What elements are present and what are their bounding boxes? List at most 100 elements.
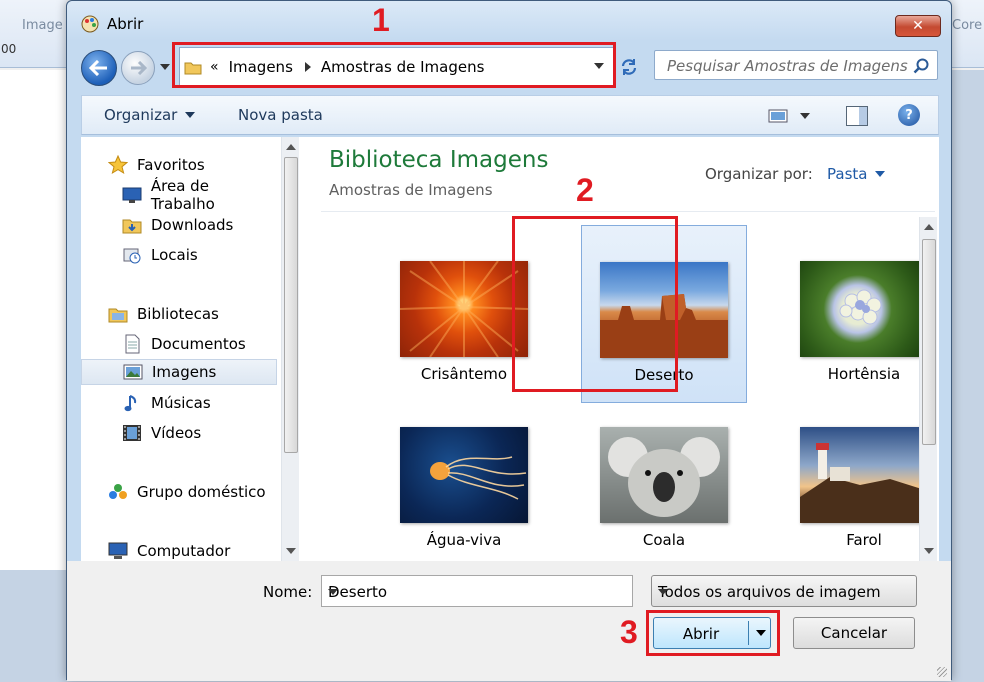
desktop-icon	[121, 185, 143, 205]
preview-pane-button[interactable]	[846, 106, 868, 126]
new-folder-button[interactable]: Nova pasta	[238, 106, 323, 124]
thumbnail-image	[800, 427, 928, 523]
pictures-icon	[122, 362, 144, 382]
change-view-button[interactable]	[768, 108, 810, 124]
annotation-box-open	[646, 610, 780, 656]
forward-arrow-icon	[131, 61, 147, 75]
refresh-icon	[621, 59, 637, 75]
header-divider	[321, 211, 935, 212]
thumbnail-image	[600, 427, 728, 523]
file-name: Água-viva	[426, 531, 502, 549]
computer-icon	[107, 541, 129, 561]
libraries-icon	[107, 304, 129, 324]
cancel-button[interactable]: Cancelar	[793, 617, 915, 649]
sidebar-item-documentos[interactable]: Documentos	[81, 331, 277, 357]
chevron-down-icon	[658, 589, 668, 595]
sidebar-item-locais[interactable]: Locais	[81, 242, 277, 268]
background-tab-left: Image	[22, 18, 63, 33]
sidebar-item-favoritos[interactable]: Favoritos	[81, 152, 277, 178]
recent-pages-dropdown[interactable]	[159, 61, 171, 73]
chevron-down-icon	[875, 171, 886, 177]
sidebar-item-musicas[interactable]: Músicas	[81, 390, 277, 416]
annotation-number-2: 2	[576, 172, 594, 208]
scrollbar-thumb[interactable]	[284, 157, 298, 453]
dialog-titlebar[interactable]: Abrir ✕	[67, 1, 951, 41]
sidebar-item-imagens[interactable]: Imagens	[81, 359, 277, 385]
chevron-down-icon	[185, 112, 196, 118]
downloads-folder-icon	[121, 215, 143, 235]
sidebar-item-videos[interactable]: Vídeos	[81, 420, 277, 446]
command-toolbar: Organizar Nova pasta ?	[81, 95, 939, 135]
music-icon	[121, 393, 143, 413]
back-arrow-icon	[89, 60, 107, 76]
file-type-value: Todos os arquivos de imagem	[658, 583, 881, 601]
arrange-by-label: Organizar por:	[705, 165, 813, 183]
arrange-by-value: Pasta	[827, 165, 868, 183]
organize-label: Organizar	[104, 106, 178, 124]
documents-icon	[121, 334, 143, 354]
scroll-down-icon[interactable]	[924, 548, 934, 554]
help-icon: ?	[905, 107, 913, 123]
close-button[interactable]: ✕	[895, 15, 941, 37]
scrollbar-thumb[interactable]	[922, 239, 936, 445]
refresh-button[interactable]	[615, 47, 643, 87]
organize-button[interactable]: Organizar	[104, 106, 196, 124]
library-title: Biblioteca Imagens	[329, 147, 549, 173]
file-list-scrollbar[interactable]	[919, 217, 937, 561]
view-icon	[768, 109, 788, 123]
background-workspace-right	[950, 70, 984, 682]
sidebar-item-label: Favoritos	[137, 156, 205, 174]
open-file-dialog: Abrir ✕ « Imagens Amostras de Imagens Pe…	[66, 0, 952, 681]
sidebar-item-grupo-domestico[interactable]: Grupo doméstico	[81, 479, 277, 505]
sidebar-item-label: Downloads	[151, 216, 234, 234]
arrange-by-dropdown[interactable]: Pasta	[827, 165, 886, 183]
sidebar-item-label: Imagens	[152, 363, 217, 381]
background-tab-right: Core	[952, 18, 983, 33]
close-icon: ✕	[912, 18, 924, 34]
dialog-title: Abrir	[107, 15, 144, 33]
background-canvas	[0, 70, 70, 570]
sidebar-item-label: Grupo doméstico	[137, 483, 266, 501]
library-subtitle: Amostras de Imagens	[329, 181, 493, 199]
chevron-down-icon[interactable]	[328, 589, 338, 595]
annotation-box-address	[172, 42, 616, 88]
navigation-pane: Favoritos Área de Trabalho Downloads Loc…	[81, 137, 299, 561]
search-icon[interactable]	[913, 58, 929, 74]
search-placeholder: Pesquisar Amostras de Imagens	[667, 57, 908, 75]
file-name: Coala	[642, 531, 686, 549]
file-name: Crisântemo	[420, 365, 508, 383]
file-name: Hortênsia	[827, 365, 901, 383]
sidebar-item-computador[interactable]: Computador	[81, 538, 277, 561]
sidebar-item-label: Músicas	[151, 394, 211, 412]
scroll-down-icon[interactable]	[286, 548, 296, 554]
file-type-select[interactable]: Todos os arquivos de imagem	[651, 575, 917, 607]
annotation-box-file	[512, 216, 678, 392]
chevron-down-icon	[800, 113, 810, 119]
recent-places-icon	[121, 245, 143, 265]
back-button[interactable]	[81, 50, 117, 86]
star-icon	[107, 155, 129, 175]
sidebar-item-downloads[interactable]: Downloads	[81, 212, 277, 238]
sidebar-item-label: Locais	[151, 246, 198, 264]
search-input[interactable]: Pesquisar Amostras de Imagens	[654, 50, 938, 80]
chevron-down-icon	[160, 64, 170, 70]
file-item-coala[interactable]: Coala	[581, 391, 747, 569]
background-ruler: 00	[1, 42, 17, 56]
thumbnail-image	[800, 261, 928, 357]
sidebar-item-label: Computador	[137, 542, 231, 560]
sidebar-item-label: Bibliotecas	[137, 305, 219, 323]
forward-button[interactable]	[121, 51, 155, 85]
resize-grip-icon[interactable]	[937, 667, 947, 677]
scroll-up-icon[interactable]	[286, 144, 296, 150]
file-name-input[interactable]: Deserto	[321, 575, 633, 607]
sidebar-item-area-de-trabalho[interactable]: Área de Trabalho	[81, 177, 277, 213]
sidebar-item-bibliotecas[interactable]: Bibliotecas	[81, 301, 277, 327]
file-name: Farol	[846, 531, 882, 549]
navigation-scrollbar[interactable]	[281, 137, 299, 561]
thumbnail-image	[400, 427, 528, 523]
file-item-agua-viva[interactable]: Água-viva	[381, 391, 547, 569]
paint-app-icon	[81, 15, 99, 33]
help-button[interactable]: ?	[898, 104, 920, 126]
scroll-up-icon[interactable]	[924, 224, 934, 230]
dialog-footer: Nome: Deserto Todos os arquivos de image…	[67, 561, 951, 681]
